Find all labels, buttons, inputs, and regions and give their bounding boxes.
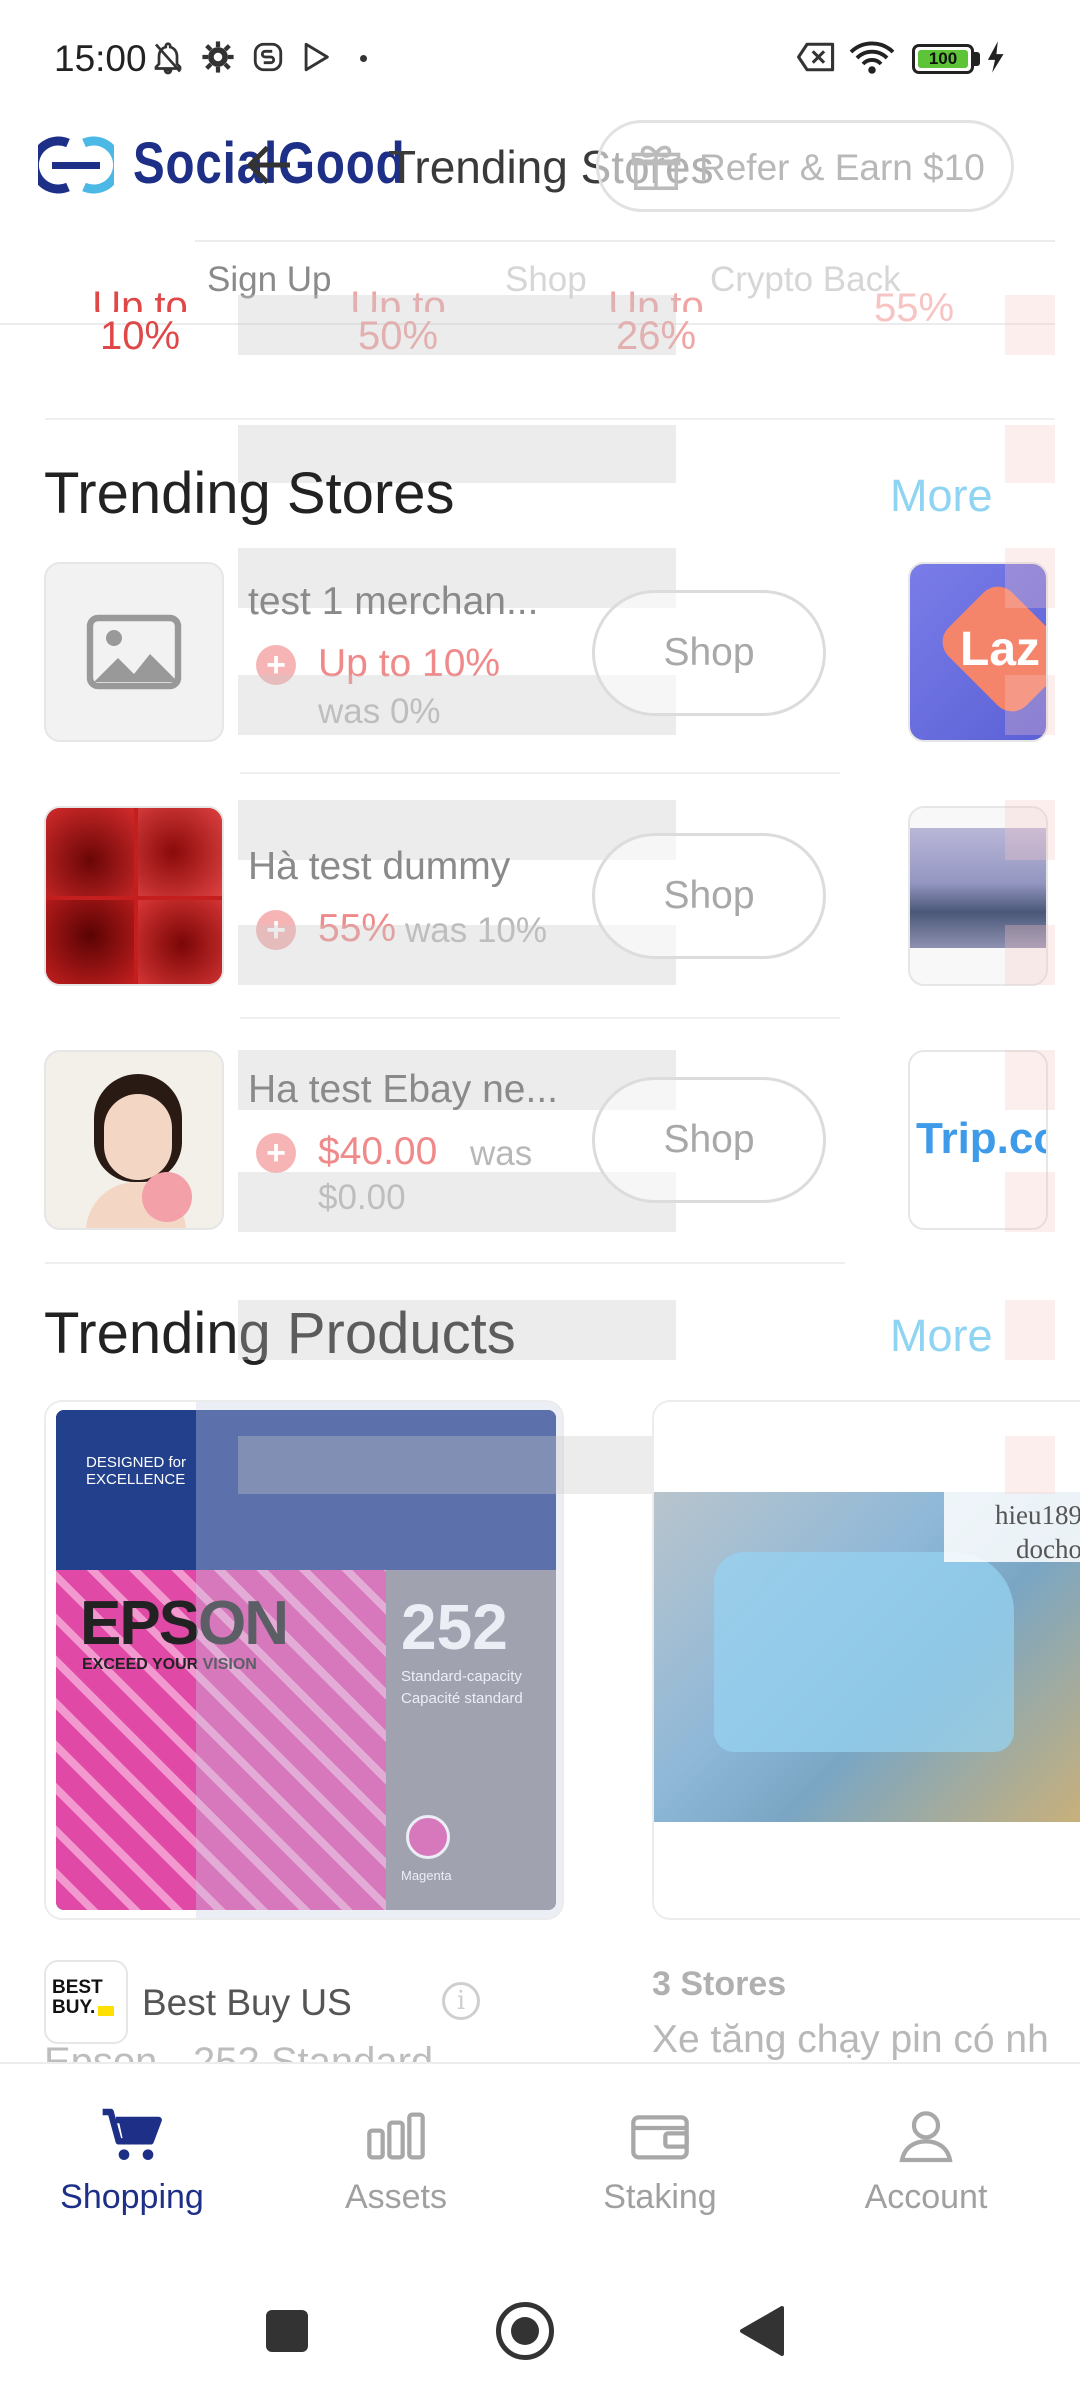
product-image: hieu189 docho <box>654 1492 1080 1822</box>
nav-label: Account <box>864 2178 988 2216</box>
loading-overlay <box>1005 1050 1055 1110</box>
best-buy-tag-icon <box>98 2006 114 2016</box>
cart-icon <box>100 2104 164 2168</box>
loading-overlay <box>1005 800 1055 860</box>
home-icon[interactable] <box>496 2302 554 2360</box>
divider <box>45 1262 845 1264</box>
lollipop-image <box>142 1172 192 1222</box>
divider <box>240 1017 840 1019</box>
product-title: Xe tăng chạy pin có nh <box>652 2018 1049 2061</box>
plus-icon: + <box>256 1133 296 1173</box>
store-thumbnail[interactable] <box>44 806 224 986</box>
store-thumbnail[interactable] <box>44 1050 224 1230</box>
status-bar: 15:00 100 <box>0 0 1080 110</box>
nav-shopping[interactable]: Shopping <box>12 2104 252 2217</box>
nav-account[interactable]: Account <box>806 2104 1046 2217</box>
image-placeholder-icon <box>46 564 222 740</box>
store-name: test 1 merchan... <box>248 580 539 623</box>
gift-icon <box>629 141 683 195</box>
shop-button[interactable]: Shop <box>592 833 826 959</box>
s-icon <box>250 40 286 76</box>
cashback-item[interactable]: Up to 10% <box>60 284 220 360</box>
play-icon <box>298 40 334 76</box>
loading-overlay <box>1005 1436 1055 1494</box>
wifi-icon <box>848 40 896 76</box>
cashback-item[interactable]: 55% <box>834 286 994 332</box>
lip-image-tile <box>138 900 222 984</box>
refer-earn-label: Refer & Earn $10 <box>699 147 985 188</box>
loading-overlay <box>238 1300 676 1360</box>
home-icon-dot <box>511 2317 539 2345</box>
product-title: Epson - 252 Standard <box>44 2040 434 2062</box>
tab-sign-up[interactable]: Sign Up <box>207 260 332 300</box>
loading-overlay <box>1005 1172 1055 1232</box>
trip-com-logo: Trip.com <box>916 1114 1046 1163</box>
info-icon[interactable]: i <box>442 1982 480 2020</box>
shop-button[interactable]: Shop <box>592 590 826 716</box>
nav-assets[interactable]: Assets <box>276 2104 516 2217</box>
lip-image-tile <box>46 900 134 984</box>
gear-icon <box>200 40 236 76</box>
trending-stores-title: Trending Stores <box>44 461 455 526</box>
bar-chart-icon <box>364 2104 428 2168</box>
cashback-line1: Up to <box>92 284 188 312</box>
socialgood-logo-icon <box>29 135 123 195</box>
portrait-face <box>104 1094 172 1180</box>
best-buy-logo-text: BEST BUY. <box>52 1977 103 2018</box>
nav-staking[interactable]: Staking <box>540 2104 780 2217</box>
shop-button[interactable]: Shop <box>592 1077 826 1203</box>
store-was-label: was <box>470 1134 533 1173</box>
store-name: Ha test Ebay ne... <box>248 1068 559 1111</box>
loading-overlay <box>1005 925 1055 985</box>
cashback-value: 55% <box>873 286 955 330</box>
battery-tip <box>974 52 980 66</box>
lazada-label: Laz <box>960 623 1041 676</box>
bell-off-icon <box>150 40 186 76</box>
tab-shop[interactable]: Shop <box>505 260 587 300</box>
loading-overlay <box>238 1436 676 1494</box>
user-icon <box>894 2104 958 2168</box>
wallet-icon <box>628 2104 692 2168</box>
watermark-text: hieu189 docho <box>995 1500 1080 1564</box>
loading-overlay <box>1005 675 1055 735</box>
store-cashback-value: $40.00 <box>318 1130 438 1173</box>
nav-label: Assets <box>344 2178 448 2216</box>
loading-overlay <box>1005 548 1055 608</box>
cashback-value: 10% <box>99 314 181 358</box>
nav-label: Staking <box>603 2178 717 2216</box>
divider <box>45 418 1055 420</box>
charging-icon <box>982 40 1008 76</box>
loading-overlay <box>1005 425 1055 483</box>
battery-icon: 100 <box>912 44 974 74</box>
system-nav-bar <box>0 2262 1080 2400</box>
loading-overlay <box>1005 295 1055 355</box>
recents-icon[interactable] <box>266 2310 308 2352</box>
no-sim-icon <box>795 40 839 76</box>
nav-label: Shopping <box>60 2178 204 2216</box>
store-thumbnail[interactable] <box>44 562 224 742</box>
bottom-nav: Shopping Assets Staking Account <box>0 2062 1080 2262</box>
trending-stores-more-link[interactable]: More <box>890 470 993 522</box>
refer-earn-button[interactable]: Refer & Earn $10 <box>596 120 1014 212</box>
product-store-count: 3 Stores <box>652 1965 787 2003</box>
store-name: Hà test dummy <box>248 845 511 888</box>
back-icon[interactable] <box>738 2306 784 2356</box>
divider <box>240 772 840 774</box>
trending-products-more-link[interactable]: More <box>890 1310 993 1362</box>
status-time: 15:00 <box>54 38 147 79</box>
best-buy-logo: BEST BUY. <box>44 1960 128 2044</box>
lip-image-tile <box>46 808 134 896</box>
loading-overlay <box>1005 1300 1055 1360</box>
lip-image-tile <box>138 808 222 896</box>
dot-icon <box>360 55 367 62</box>
battery-level: 100 <box>918 50 968 68</box>
toy-tank-image <box>714 1552 1014 1752</box>
product-store-name: Best Buy US <box>142 1982 352 2023</box>
loading-overlay <box>238 295 676 355</box>
back-arrow-icon[interactable] <box>240 135 300 195</box>
